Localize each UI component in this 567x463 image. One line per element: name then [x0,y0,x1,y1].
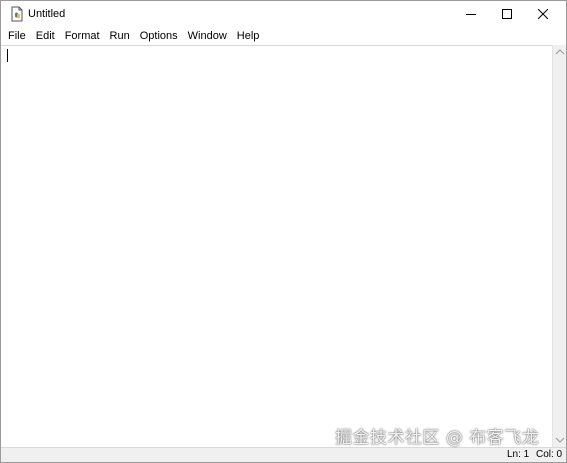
status-line-number: Ln: 1 [507,449,530,460]
maximize-button[interactable] [490,1,523,27]
title-bar[interactable]: Untitled [1,1,566,27]
menu-file[interactable]: File [3,28,31,44]
minimize-button[interactable] [454,1,487,27]
scroll-up-arrow-icon[interactable] [555,48,565,56]
python-file-icon[interactable] [9,6,25,22]
menu-format[interactable]: Format [60,28,105,44]
menu-options[interactable]: Options [135,28,183,44]
vertical-scrollbar[interactable] [552,45,566,447]
close-button[interactable] [526,1,559,27]
menu-run[interactable]: Run [105,28,135,44]
menu-window[interactable]: Window [183,28,232,44]
minimize-icon [465,14,476,15]
code-editor[interactable] [1,45,552,447]
status-bar: Ln: 1 Col: 0 [1,447,566,462]
menu-edit[interactable]: Edit [31,28,60,44]
idle-editor-window: Untitled File Edit Format Run Options Wi… [0,0,567,463]
scroll-down-arrow-icon[interactable] [555,436,565,444]
status-column-number: Col: 0 [536,449,563,460]
menu-bar: File Edit Format Run Options Window Help [1,27,566,45]
watermark-text: 掘金技术社区 @ 布客飞龙 [335,428,540,448]
text-caret [7,49,8,62]
menu-help[interactable]: Help [232,28,265,44]
close-icon [537,9,548,19]
window-title: Untitled [28,8,66,20]
maximize-icon [501,9,512,19]
